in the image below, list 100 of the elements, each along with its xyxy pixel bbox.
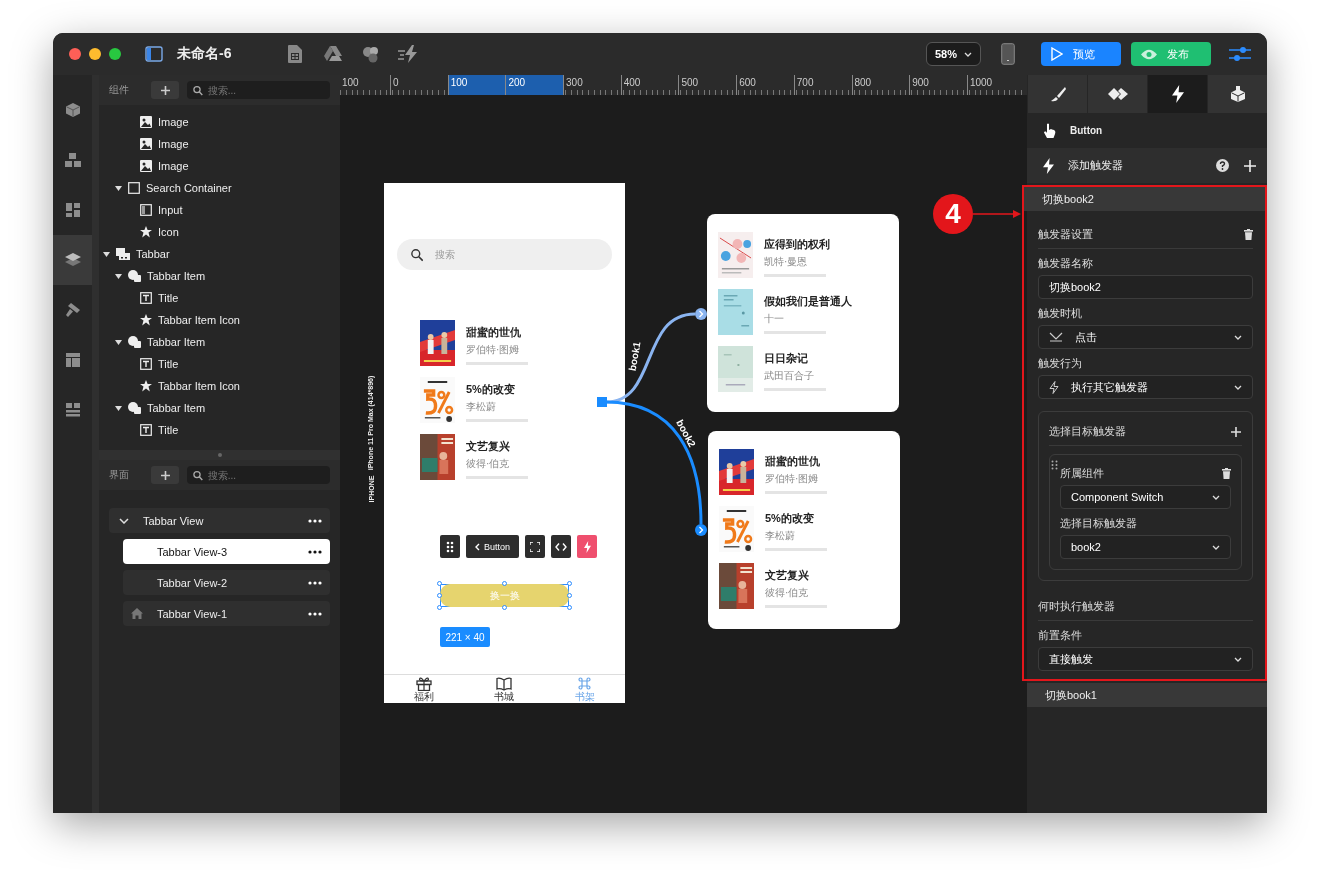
layer-item[interactable]: Input [99,199,340,221]
drive-icon[interactable] [324,46,343,62]
ruler-label: 900 [909,75,967,95]
eye-icon [1141,48,1157,60]
spreadsheet-icon[interactable] [288,45,303,63]
sliders-icon[interactable] [1229,45,1251,63]
window-title: 未命名-6 [177,45,232,63]
circles-icon[interactable] [362,45,381,63]
dashboard-icon [64,202,81,218]
close-button[interactable] [69,48,81,60]
connection-handle[interactable] [597,397,607,407]
select-field[interactable]: book2 [1060,535,1231,559]
layer-item[interactable]: Tabbar Item Icon [99,309,340,331]
minimize-button[interactable] [89,48,101,60]
sidebar-tab[interactable] [53,235,92,285]
layer-item[interactable]: Tabbar Item [99,397,340,419]
plus-icon[interactable] [159,84,171,96]
book-title: 应得到的权利 [764,237,830,252]
text-icon [140,424,152,436]
panel-tab[interactable] [1207,75,1267,113]
layer-item[interactable]: Image [99,155,340,177]
shapes-icon [128,270,141,282]
layer-item[interactable]: Search Container [99,177,340,199]
search-field[interactable]: 搜索... [187,81,330,99]
box-icon [1229,86,1246,102]
plus-icon[interactable] [1230,425,1242,438]
book-title: 甜蜜的世仇 [765,454,821,469]
ruler-label: 200 [505,75,564,95]
screen-item[interactable]: Tabbar View-2 [123,570,330,595]
text-icon [140,358,152,370]
layout-icon [64,352,81,368]
sidebar-icon[interactable] [145,46,163,62]
search-field[interactable]: 搜索 [397,239,612,270]
preview-button[interactable]: 预览 [1041,42,1121,66]
book-author: 李松蔚 [765,529,796,543]
chevron-icon[interactable] [119,517,129,524]
more-icon[interactable] [308,611,322,616]
caret-icon[interactable] [115,273,122,279]
help-icon[interactable] [1216,159,1229,172]
grip-icon[interactable] [1051,460,1058,470]
code-button[interactable] [551,535,571,558]
layer-item[interactable]: Tabbar Item [99,265,340,287]
search-input[interactable]: 搜索... [207,84,324,96]
select-field[interactable]: 执行其它触发器 [1038,375,1253,399]
field-label: 选择目标触发器 [1060,516,1137,531]
ruler-label: 300 [563,75,621,95]
select-field[interactable]: Component Switch [1060,485,1231,509]
select-field[interactable]: 点击 [1038,325,1253,349]
add-button[interactable] [151,81,179,99]
layer-item[interactable]: Tabbar Item [99,331,340,353]
select-field[interactable]: 直接触发 [1038,647,1253,671]
search-field[interactable]: 搜索... [187,466,330,484]
input-field[interactable]: 切换book2 [1038,275,1253,299]
screen-item[interactable]: Tabbar View-3 [123,539,330,564]
shapes-icon [128,336,141,348]
trigger-header[interactable]: 切换book1 [1027,683,1267,707]
layer-item[interactable]: Title [99,353,340,375]
search-input[interactable]: 搜索 [435,249,598,260]
tab-item[interactable]: 书城 [464,675,545,703]
add-button[interactable] [151,466,179,484]
layer-item[interactable]: Title [99,287,340,309]
caret-icon [1234,334,1242,340]
more-icon[interactable] [308,549,322,554]
plus-icon[interactable] [159,469,171,481]
drag-button[interactable] [440,535,460,558]
panel-tab[interactable] [1147,75,1207,113]
layer-item[interactable]: Tabbar Item Icon [99,375,340,397]
layer-item[interactable]: Image [99,111,340,133]
zoom-dropdown[interactable]: 58% [925,42,981,66]
connector-line[interactable] [605,400,707,536]
screen-item[interactable]: Tabbar View [109,508,330,533]
caret-icon[interactable] [103,251,110,257]
caret-icon [1212,494,1220,500]
more-icon[interactable] [308,518,322,523]
screen-item[interactable]: Tabbar View-1 [123,601,330,626]
tab-item[interactable]: 福利 [384,675,465,703]
component-button[interactable]: Button [466,535,519,558]
search-input[interactable]: 搜索... [207,469,324,481]
fullscreen-button[interactable] [525,535,545,558]
more-icon[interactable] [308,580,322,585]
ruler-label: 1000 [966,75,1025,95]
cubes-icon [63,152,82,168]
caret-icon[interactable] [115,185,122,191]
trash-icon[interactable] [1222,468,1231,479]
layer-item[interactable]: Title [99,419,340,441]
trigger-header[interactable]: 切换book2 [1024,187,1265,211]
book-title: 假如我们是普通人 [764,294,852,309]
search-icon [193,469,203,481]
trigger-button[interactable] [577,535,597,558]
connector-line[interactable] [605,308,707,404]
book-title: 甜蜜的世仇 [466,325,522,340]
layer-item[interactable]: Icon [99,221,340,243]
gift-icon [416,676,433,691]
caret-icon[interactable] [115,405,122,411]
trash-icon[interactable] [1244,229,1253,240]
zoom-button[interactable] [109,48,121,60]
layer-item[interactable]: Tabbar [99,243,340,265]
panel-tab[interactable] [1087,75,1147,113]
layer-item[interactable]: Image [99,133,340,155]
caret-icon[interactable] [115,339,122,345]
